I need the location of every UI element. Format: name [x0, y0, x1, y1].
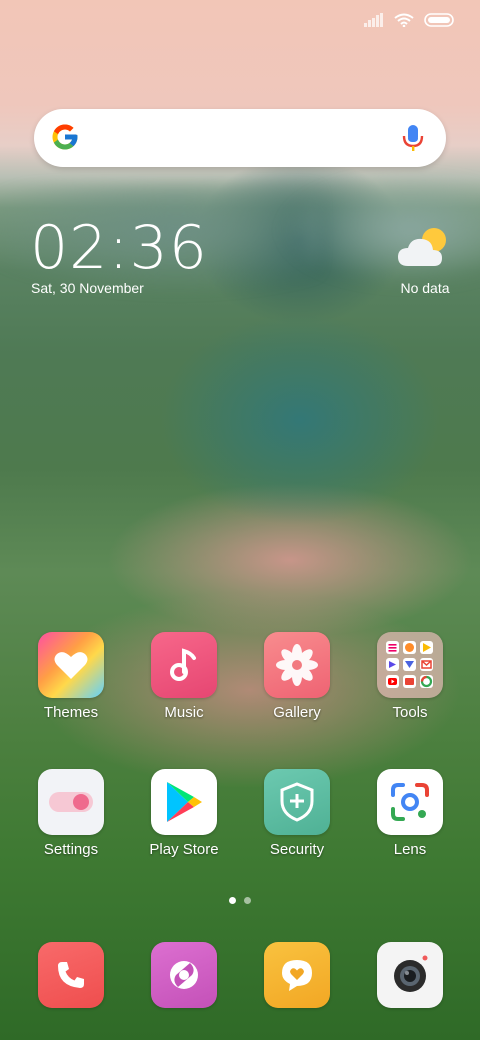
- gallery-icon: [264, 632, 330, 698]
- tools-folder-icon: [377, 632, 443, 698]
- security-icon: [264, 769, 330, 835]
- status-bar: [364, 8, 454, 32]
- app-label: Gallery: [273, 704, 321, 721]
- app-label: Play Store: [149, 841, 219, 858]
- dock-camera[interactable]: [360, 942, 460, 1008]
- app-label: Themes: [43, 704, 99, 721]
- clock-time[interactable]: 02:36: [30, 213, 208, 283]
- app-tools-folder[interactable]: Tools: [360, 632, 460, 721]
- app-lens[interactable]: Lens: [360, 769, 460, 858]
- google-logo: [50, 122, 80, 157]
- app-play-store[interactable]: Play Store: [134, 769, 234, 858]
- app-security[interactable]: Security: [247, 769, 347, 858]
- app-gallery[interactable]: Gallery: [247, 632, 347, 721]
- themes-icon: [38, 632, 104, 698]
- app-music[interactable]: Music: [134, 632, 234, 721]
- page-dot-active[interactable]: [229, 897, 236, 904]
- play-store-icon: [151, 769, 217, 835]
- dock-phone[interactable]: [21, 942, 121, 1008]
- battery-icon: [424, 13, 454, 27]
- app-label: Settings: [43, 841, 99, 858]
- clock-date[interactable]: Sat, 30 November: [31, 280, 144, 296]
- app-label: Music: [164, 704, 204, 721]
- google-search-bar[interactable]: [34, 109, 446, 167]
- messaging-icon: [264, 942, 330, 1008]
- lens-icon: [377, 769, 443, 835]
- phone-icon: [38, 942, 104, 1008]
- app-label: Tools: [392, 704, 428, 721]
- music-icon: [151, 632, 217, 698]
- app-label: Lens: [393, 841, 427, 858]
- app-themes[interactable]: Themes: [21, 632, 121, 721]
- page-indicator[interactable]: [0, 897, 480, 904]
- dock-messaging[interactable]: [247, 942, 347, 1008]
- page-dot[interactable]: [244, 897, 251, 904]
- browser-icon: [151, 942, 217, 1008]
- microphone-icon[interactable]: [402, 123, 424, 158]
- wifi-icon: [394, 13, 414, 27]
- app-settings[interactable]: Settings: [21, 769, 121, 858]
- partly-cloudy-icon[interactable]: [396, 224, 452, 275]
- camera-icon: [377, 942, 443, 1008]
- signal-icon: [364, 13, 384, 27]
- settings-icon: [38, 769, 104, 835]
- dock-browser[interactable]: [134, 942, 234, 1008]
- app-label: Security: [269, 841, 325, 858]
- weather-status[interactable]: No data: [390, 280, 460, 296]
